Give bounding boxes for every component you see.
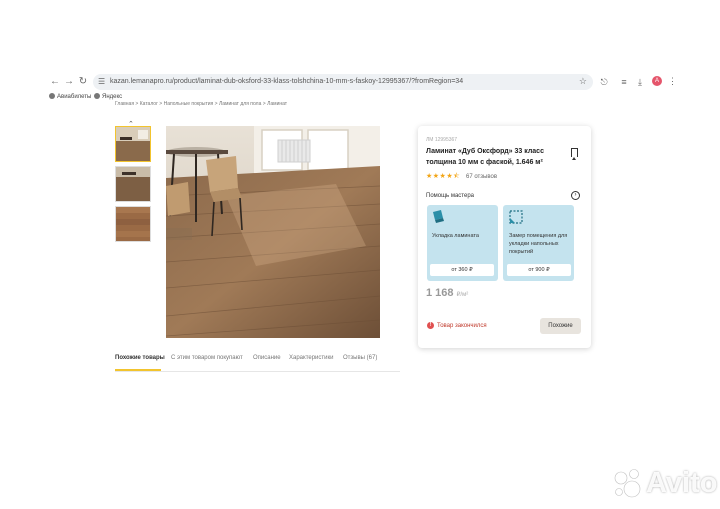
bookmark-item[interactable]: Авиабилеты [49,93,91,102]
service-label: Укладка ламината [432,233,479,239]
service-label: Замер помещения для укладки напольных по… [509,233,568,255]
browser-top-area [0,0,720,72]
price-value: 1 168 [426,287,454,299]
forward-icon[interactable]: → [63,76,75,88]
active-tab-indicator [115,369,161,371]
price-unit: ₽/м² [456,292,469,298]
thumbnail-image [116,127,150,161]
arrow-right-icon[interactable]: › [571,191,580,200]
master-help-title: Помощь мастера [426,193,474,199]
site-info-icon[interactable]: ☰ [98,77,107,86]
favorite-icon[interactable] [571,148,578,160]
gallery-thumbnail[interactable] [115,166,151,202]
tab-similar[interactable]: Похожие товары [115,354,165,362]
bookmark-favicon-icon [94,93,100,99]
reload-icon[interactable]: ↻ [77,76,89,88]
laminate-installation-icon [432,210,446,224]
address-url[interactable]: kazan.lemanapro.ru/product/laminat-dub-o… [110,77,463,87]
bookmark-favicon-icon [49,93,55,99]
measurement-icon [509,210,523,224]
rating-stars: ★★★★⯪ [426,173,461,180]
tab-characteristics[interactable]: Характеристики [289,354,334,362]
tab-search-icon[interactable]: ≡ [618,76,630,88]
alert-icon: ! [427,322,434,329]
product-title: Ламинат «Дуб Оксфорд» 33 класс толщина 1… [426,148,544,166]
service-price[interactable]: от 900 ₽ [507,264,571,276]
floor-room-photo [166,126,380,338]
bookmark-star-icon[interactable]: ☆ [579,76,587,87]
gallery-thumbnail[interactable] [115,126,151,162]
profile-avatar[interactable]: A [652,76,662,86]
gallery-thumbnail[interactable] [115,206,151,242]
download-icon[interactable]: ⤓ [634,76,646,88]
product-price: 1 168 ₽/м² [426,287,468,302]
product-main-image[interactable] [166,126,380,338]
similar-products-button[interactable]: Похожие [540,318,581,334]
product-sku: ЛМ 12995367 [426,137,458,143]
thumbnail-image [116,167,150,201]
service-price[interactable]: от 360 ₽ [430,264,494,276]
tab-description[interactable]: Описание [253,354,281,362]
breadcrumb[interactable]: Главная > Каталог > Напольные покрытия >… [115,101,335,108]
back-icon[interactable]: ← [49,76,61,88]
address-bar[interactable]: ☰ kazan.lemanapro.ru/product/laminat-dub… [93,74,593,90]
menu-icon[interactable]: ⋮ [668,76,677,87]
tab-reviews[interactable]: Отзывы (67) [343,354,377,362]
tab-bought-together[interactable]: С этим товаром покупают [171,354,243,362]
out-of-stock-status: Товар закончился [437,323,487,329]
reviews-link[interactable]: 67 отзывов [466,173,497,181]
extensions-icon[interactable]: ⎋ [598,76,610,88]
avito-watermark: Avito [646,467,718,499]
thumbnail-image [116,207,150,241]
